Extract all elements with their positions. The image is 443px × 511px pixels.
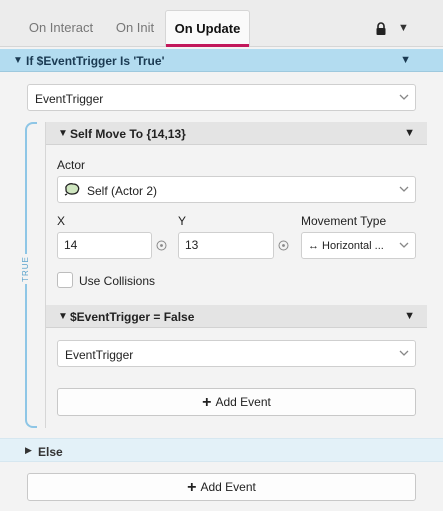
add-event-label: Add Event — [200, 480, 256, 494]
plus-icon: + — [202, 394, 212, 411]
tab-on-update[interactable]: On Update — [165, 10, 250, 47]
y-label: Y — [178, 214, 187, 228]
collapse-triangle-icon[interactable]: ▼ — [58, 311, 68, 322]
chevron-down-icon — [399, 350, 409, 356]
collapse-triangle-icon[interactable]: ▼ — [58, 128, 68, 139]
if-variable-select[interactable]: EventTrigger — [27, 84, 416, 111]
set-event-menu-icon[interactable]: ▼ — [404, 310, 415, 322]
movement-type-value: ↔ Horizontal ... — [308, 240, 384, 252]
if-variable-value: EventTrigger — [35, 92, 104, 106]
true-branch-label: TRUE — [21, 254, 35, 284]
add-event-label: Add Event — [215, 395, 271, 409]
add-event-button[interactable]: + Add Event — [27, 473, 416, 501]
lock-icon[interactable] — [375, 22, 387, 36]
plus-icon: + — [187, 479, 197, 496]
actor-value: Self (Actor 2) — [87, 184, 158, 198]
set-variable-value: EventTrigger — [65, 348, 134, 362]
tab-bar: On Interact On Init On Update ▼ — [0, 0, 443, 47]
move-event-title: Self Move To {14,13} — [70, 127, 186, 141]
actor-select[interactable]: Self (Actor 2) — [57, 176, 416, 203]
chevron-down-icon — [399, 94, 409, 100]
else-title: Else — [38, 445, 63, 459]
active-tab-indicator — [166, 44, 249, 47]
x-input[interactable]: 14 — [57, 232, 152, 259]
movement-type-select[interactable]: ↔ Horizontal ... — [301, 232, 416, 259]
menu-dropdown-icon[interactable]: ▼ — [398, 22, 409, 34]
set-event-title: $EventTrigger = False — [70, 310, 195, 324]
set-event-header[interactable]: ▼ $EventTrigger = False ▼ — [46, 305, 427, 328]
chevron-down-icon — [399, 242, 409, 248]
true-branch: ▼ Self Move To {14,13} ▼ Actor Self (Act… — [45, 122, 427, 428]
if-title: If $EventTrigger Is 'True' — [26, 54, 165, 68]
use-collisions-checkbox[interactable] — [57, 272, 73, 288]
x-label: X — [57, 214, 66, 228]
tab-on-init[interactable]: On Init — [108, 10, 162, 46]
y-input[interactable]: 13 — [178, 232, 274, 259]
expand-triangle-icon[interactable]: ▶ — [25, 445, 32, 456]
add-event-button-true[interactable]: + Add Event — [57, 388, 416, 416]
movement-type-label: Movement Type — [301, 214, 387, 228]
actor-label: Actor — [57, 158, 86, 172]
move-event-header[interactable]: ▼ Self Move To {14,13} ▼ — [46, 122, 427, 145]
target-icon[interactable] — [278, 240, 289, 251]
set-variable-select[interactable]: EventTrigger — [57, 340, 416, 367]
use-collisions-label: Use Collisions — [79, 274, 156, 288]
move-event-menu-icon[interactable]: ▼ — [404, 127, 415, 139]
chevron-down-icon — [399, 186, 409, 192]
if-menu-icon[interactable]: ▼ — [400, 54, 411, 66]
tab-on-interact[interactable]: On Interact — [18, 10, 104, 46]
tab-on-update-label: On Update — [174, 21, 241, 36]
if-header[interactable]: ▼ If $EventTrigger Is 'True' ▼ — [0, 49, 443, 72]
collapse-triangle-icon[interactable]: ▼ — [13, 55, 23, 66]
actor-avatar-icon — [64, 183, 80, 196]
target-icon[interactable] — [156, 240, 167, 251]
else-header[interactable]: ▶ Else — [0, 438, 443, 462]
